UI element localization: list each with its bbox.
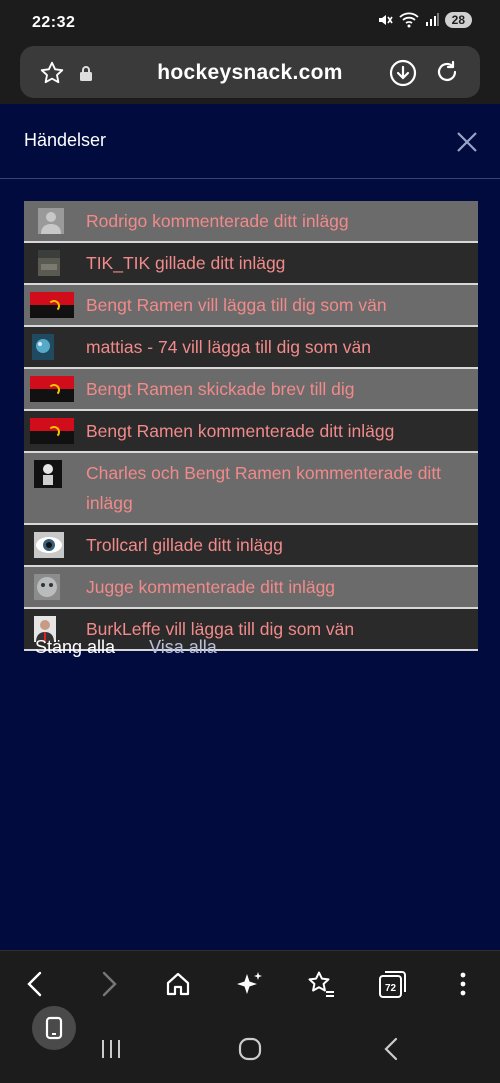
browser-toolbar: hockeysnack.com [0, 44, 500, 104]
notification-text[interactable]: TIK_TIK gillade ditt inlägg [86, 248, 295, 278]
photo-avatar [30, 250, 74, 276]
more-menu-icon[interactable] [450, 968, 476, 1000]
notification-text[interactable]: Bengt Ramen kommenterade ditt inlägg [86, 416, 404, 446]
status-time: 22:32 [32, 14, 76, 31]
recent-apps-icon[interactable] [96, 1036, 126, 1062]
notification-row[interactable]: TIK_TIK gillade ditt inlägg [24, 243, 478, 285]
eye-avatar [30, 532, 74, 558]
divider [0, 178, 500, 179]
notification-text[interactable]: mattias - 74 vill lägga till dig som vän [86, 332, 381, 362]
notification-row[interactable]: Trollcarl gillade ditt inlägg [24, 525, 478, 567]
cat-avatar [30, 574, 74, 600]
reload-icon[interactable] [432, 58, 462, 88]
notification-text[interactable]: Bengt Ramen skickade brev till dig [86, 374, 364, 404]
device-floating-icon[interactable] [32, 1006, 76, 1050]
angola-flag-avatar [30, 292, 74, 318]
notification-row[interactable]: Rodrigo kommenterade ditt inlägg [24, 201, 478, 243]
notification-row[interactable]: mattias - 74 vill lägga till dig som vän [24, 327, 478, 369]
wifi-icon [399, 12, 419, 28]
forward-icon[interactable] [94, 969, 124, 999]
notification-text[interactable]: Rodrigo kommenterade ditt inlägg [86, 206, 359, 236]
close-all-link[interactable]: Stäng alla [35, 637, 115, 658]
address-bar[interactable]: hockeysnack.com [20, 46, 480, 98]
download-icon[interactable] [388, 58, 418, 88]
signal-icon [425, 13, 439, 26]
notification-text[interactable]: Trollcarl gillade ditt inlägg [86, 530, 293, 560]
tabs-count: 72 [385, 983, 397, 994]
skeleton-avatar [30, 460, 74, 488]
system-nav-bar [0, 1006, 500, 1083]
panel-actions: Stäng alla Visa alla [35, 637, 217, 658]
show-all-link[interactable]: Visa alla [149, 637, 217, 658]
mute-icon [378, 15, 393, 25]
notification-row[interactable]: Bengt Ramen vill lägga till dig som vän [24, 285, 478, 327]
notification-text[interactable]: Charles och Bengt Ramen kommenterade dit… [86, 458, 478, 518]
status-bar: 22:32 28 [0, 0, 500, 44]
notification-text[interactable]: Bengt Ramen vill lägga till dig som vän [86, 290, 397, 320]
sparkle-icon[interactable] [234, 968, 266, 1000]
notification-list: Rodrigo kommenterade ditt inlägg TIK_TIK… [24, 201, 478, 651]
browser-nav-bar: 72 [0, 950, 500, 1017]
angola-flag-avatar [30, 376, 74, 402]
notification-row[interactable]: Bengt Ramen kommenterade ditt inlägg [24, 411, 478, 453]
grey-person-avatar [30, 208, 74, 234]
bookmarks-icon[interactable] [304, 968, 338, 1000]
battery-indicator: 28 [444, 12, 472, 28]
close-icon[interactable] [455, 130, 481, 156]
panel-title: Händelser [24, 130, 107, 150]
status-icons: 28 [377, 12, 472, 28]
notification-text[interactable]: Jugge kommenterade ditt inlägg [86, 572, 345, 602]
back-icon[interactable] [20, 969, 50, 999]
system-home-icon[interactable] [234, 1035, 266, 1063]
notification-row[interactable]: Charles och Bengt Ramen kommenterade dit… [24, 453, 478, 525]
system-back-icon[interactable] [376, 1035, 406, 1063]
tabs-icon[interactable]: 72 [375, 968, 409, 1000]
angola-flag-avatar [30, 418, 74, 444]
home-icon[interactable] [162, 968, 194, 1000]
blue-photo-avatar [30, 334, 74, 360]
events-panel: Händelser Rodrigo kommenterade ditt inlä… [0, 104, 500, 950]
notification-row[interactable]: Jugge kommenterade ditt inlägg [24, 567, 478, 609]
notification-row[interactable]: Bengt Ramen skickade brev till dig [24, 369, 478, 411]
